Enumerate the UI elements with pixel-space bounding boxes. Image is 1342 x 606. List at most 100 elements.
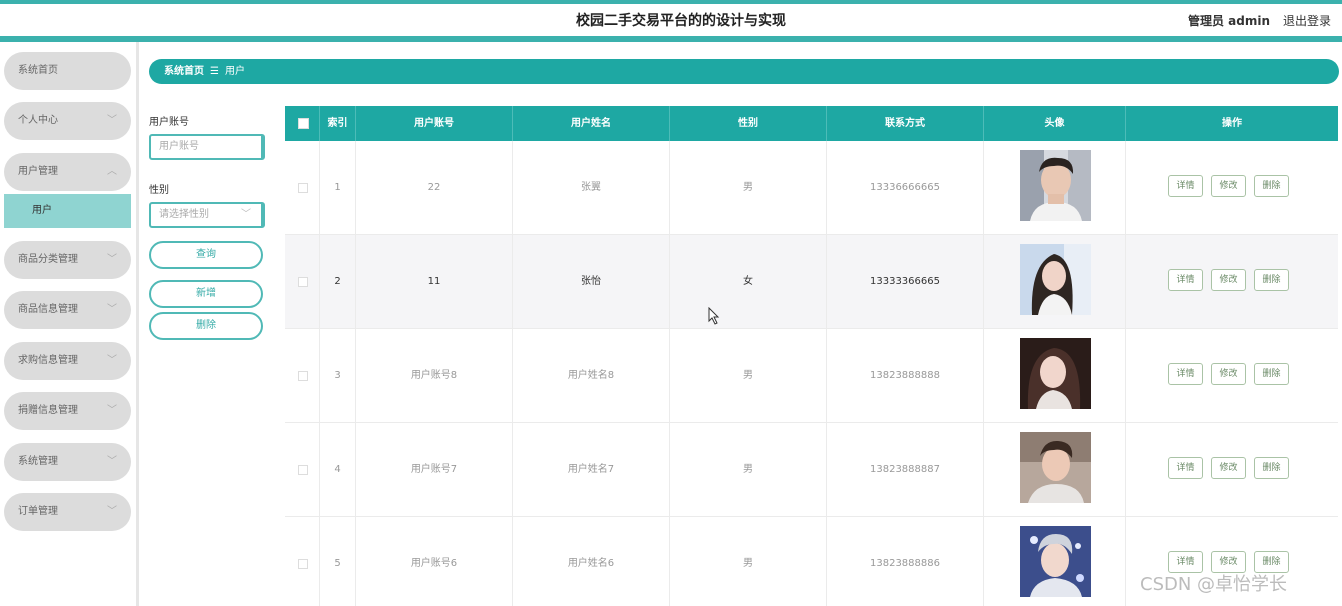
avatar <box>1020 338 1091 409</box>
column-header-name: 用户姓名 <box>513 106 670 141</box>
user-table: 索引 用户账号 用户姓名 性别 联系方式 头像 操作 1 22 张翼 男 133… <box>285 106 1338 606</box>
batch-delete-button[interactable]: 删除 <box>149 312 263 340</box>
edit-button[interactable]: 修改 <box>1211 175 1246 197</box>
row-checkbox[interactable] <box>298 277 308 287</box>
sidebar-item-purchase-request-management[interactable]: 求购信息管理 ﹀ <box>4 342 131 380</box>
chevron-down-icon: ﹀ <box>107 405 117 416</box>
cell-index: 4 <box>320 423 356 517</box>
breadcrumb-current: 用户 <box>224 66 245 77</box>
sidebar-item-product-management[interactable]: 商品信息管理 ﹀ <box>4 291 131 329</box>
cell-account: 用户账号7 <box>356 423 513 517</box>
breadcrumb-home[interactable]: 系统首页 <box>164 66 204 77</box>
row-select-cell <box>285 423 320 517</box>
sidebar-item-home[interactable]: 系统首页 <box>4 52 131 90</box>
app-title: 校园二手交易平台的的设计与实现 <box>576 13 786 29</box>
row-select-cell <box>285 517 320 606</box>
chevron-down-icon: ﹀ <box>241 209 251 220</box>
avatar <box>1020 150 1091 221</box>
account-filter-label: 用户账号 <box>149 117 189 128</box>
logout-link[interactable]: 退出登录 <box>1283 12 1331 29</box>
delete-button[interactable]: 删除 <box>1254 363 1289 385</box>
chevron-down-icon: ﹀ <box>107 456 117 467</box>
cell-phone: 13823888886 <box>827 517 984 606</box>
gender-select-placeholder: 请选择性别 <box>159 209 209 220</box>
cell-index: 3 <box>320 329 356 423</box>
edit-button[interactable]: 修改 <box>1211 457 1246 479</box>
detail-button[interactable]: 详情 <box>1168 175 1203 197</box>
cell-gender: 男 <box>670 329 827 423</box>
sidebar-item-category-management[interactable]: 商品分类管理 ﹀ <box>4 241 131 279</box>
cell-account: 用户账号8 <box>356 329 513 423</box>
row-checkbox[interactable] <box>298 371 308 381</box>
delete-button[interactable]: 删除 <box>1254 175 1289 197</box>
chevron-down-icon: ﹀ <box>107 254 117 265</box>
cell-name: 用户姓名8 <box>513 329 670 423</box>
header-accent-line <box>0 36 1342 42</box>
edit-button[interactable]: 修改 <box>1211 269 1246 291</box>
sidebar-item-label: 用户管理 <box>18 166 58 177</box>
gender-select[interactable]: 请选择性别 ﹀ <box>149 202 265 228</box>
watermark: CSDN @卓怡学长 <box>1140 574 1288 595</box>
sidebar-item-personal-center[interactable]: 个人中心 ﹀ <box>4 102 131 140</box>
cell-account: 11 <box>356 235 513 329</box>
sidebar: 系统首页 个人中心 ﹀ 用户管理 ︿ 用户 商品分类管理 ﹀ 商品信息管理 ﹀ 求购信息… <box>0 42 139 606</box>
sidebar-item-order-management[interactable]: 订单管理 ﹀ <box>4 493 131 531</box>
row-select-cell <box>285 141 320 235</box>
sidebar-item-label: 系统首页 <box>18 65 58 76</box>
chevron-down-icon: ﹀ <box>107 304 117 315</box>
cell-account: 22 <box>356 141 513 235</box>
select-all-checkbox[interactable] <box>298 118 309 129</box>
cell-name: 用户姓名6 <box>513 517 670 606</box>
account-search-input[interactable]: 用户账号 <box>149 134 265 160</box>
sidebar-item-label: 系统管理 <box>18 456 58 467</box>
table-row: 2 11 张怡 女 13333366665 详情 修改 删除 <box>285 235 1338 329</box>
submenu-item-label: 用户 <box>32 205 52 216</box>
chevron-up-icon: ︿ <box>107 166 117 177</box>
column-header-account: 用户账号 <box>356 106 513 141</box>
search-button[interactable]: 查询 <box>149 241 263 269</box>
sidebar-item-label: 个人中心 <box>18 115 58 126</box>
cell-name: 用户姓名7 <box>513 423 670 517</box>
edit-button[interactable]: 修改 <box>1211 363 1246 385</box>
submenu-item-user[interactable]: 用户 <box>4 194 131 228</box>
column-header-avatar: 头像 <box>984 106 1126 141</box>
column-header-gender: 性别 <box>670 106 827 141</box>
breadcrumb: 系统首页 ☰ 用户 <box>149 59 1339 84</box>
row-checkbox[interactable] <box>298 465 308 475</box>
table-row: 3 用户账号8 用户姓名8 男 13823888888 详情 修改 删除 <box>285 329 1338 423</box>
cell-index: 2 <box>320 235 356 329</box>
cell-gender: 男 <box>670 517 827 606</box>
column-header-index: 索引 <box>320 106 356 141</box>
delete-button[interactable]: 删除 <box>1254 457 1289 479</box>
add-button[interactable]: 新增 <box>149 280 263 308</box>
cell-phone: 13333366665 <box>827 235 984 329</box>
detail-button[interactable]: 详情 <box>1168 363 1203 385</box>
row-select-cell <box>285 235 320 329</box>
top-accent-line <box>0 0 1342 4</box>
cell-name: 张翼 <box>513 141 670 235</box>
delete-button[interactable]: 删除 <box>1254 269 1289 291</box>
sidebar-item-user-management[interactable]: 用户管理 ︿ <box>4 153 131 191</box>
sidebar-item-label: 捐赠信息管理 <box>18 405 78 416</box>
select-all-cell <box>285 106 320 141</box>
cell-phone: 13336666665 <box>827 141 984 235</box>
sidebar-item-donation-management[interactable]: 捐赠信息管理 ﹀ <box>4 392 131 430</box>
table-row: 4 用户账号7 用户姓名7 男 13823888887 详情 修改 删除 <box>285 423 1338 517</box>
row-checkbox[interactable] <box>298 183 308 193</box>
chevron-down-icon: ﹀ <box>107 355 117 366</box>
avatar <box>1020 432 1091 503</box>
row-checkbox[interactable] <box>298 559 308 569</box>
cell-index: 1 <box>320 141 356 235</box>
sidebar-item-system-management[interactable]: 系统管理 ﹀ <box>4 443 131 481</box>
cell-index: 5 <box>320 517 356 606</box>
avatar <box>1020 526 1091 597</box>
detail-button[interactable]: 详情 <box>1168 457 1203 479</box>
sidebar-item-label: 求购信息管理 <box>18 355 78 366</box>
cell-gender: 女 <box>670 235 827 329</box>
chevron-down-icon: ﹀ <box>107 115 117 126</box>
chevron-down-icon: ﹀ <box>107 506 117 517</box>
detail-button[interactable]: 详情 <box>1168 269 1203 291</box>
top-bar: 校园二手交易平台的的设计与实现 管理员 admin 退出登录 <box>0 0 1342 42</box>
row-select-cell <box>285 329 320 423</box>
cell-phone: 13823888888 <box>827 329 984 423</box>
